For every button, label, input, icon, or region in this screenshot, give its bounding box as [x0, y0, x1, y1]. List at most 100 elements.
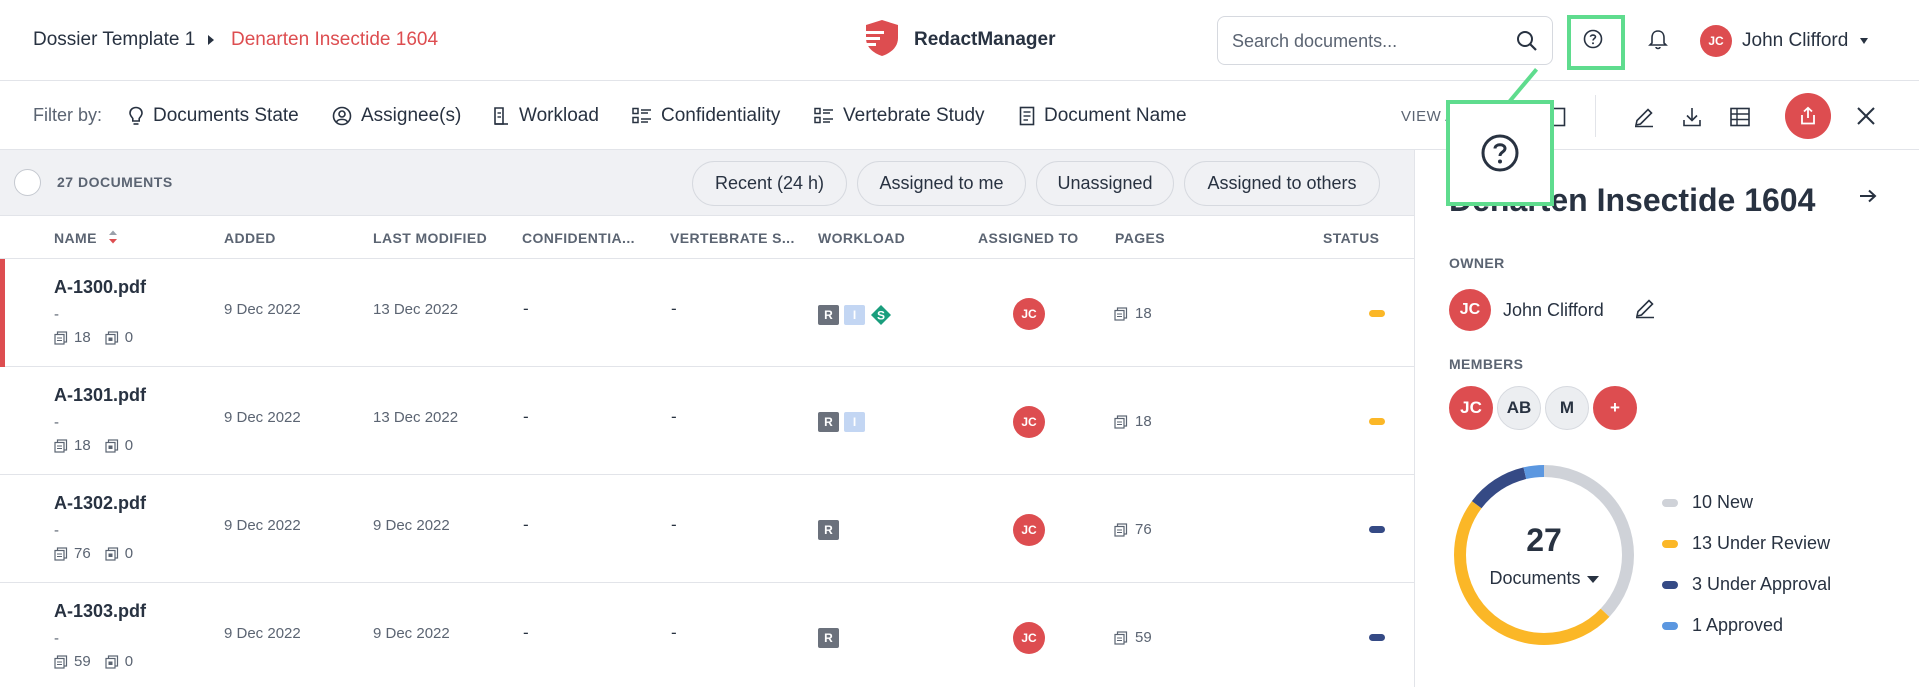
assignee-avatar[interactable]: JC [1013, 298, 1045, 330]
legend-item-under-approval[interactable]: 3 Under Approval [1662, 564, 1831, 605]
chip-unassigned[interactable]: Unassigned [1036, 161, 1174, 206]
workload-badges: R I S [818, 304, 892, 326]
cell-confidentiality: - [523, 515, 529, 534]
breadcrumb-parent[interactable]: Dossier Template 1 [33, 29, 195, 51]
edit-owner-pencil-icon[interactable] [1634, 297, 1656, 324]
table-row[interactable]: A-1301.pdf - 18 0 9 Dec 2022 13 Dec 2022… [0, 367, 1414, 475]
workload-badges: R I [818, 412, 870, 432]
filter-label: Filter by: [33, 105, 103, 125]
filter-confidentiality[interactable]: Confidentiality [632, 103, 780, 129]
caret-down-icon [1586, 575, 1599, 583]
download-icon[interactable] [1678, 103, 1706, 131]
user-circle-icon [332, 106, 352, 126]
workload-badges: R [818, 628, 844, 648]
column-added[interactable]: ADDED [224, 230, 276, 246]
column-vertebrate-study[interactable]: VERTEBRATE S... [670, 230, 795, 246]
chip-recent[interactable]: Recent (24 h) [692, 161, 847, 206]
workload-redaction-badge: R [818, 412, 839, 432]
pages-count: 18 [1135, 413, 1152, 430]
select-all-checkbox[interactable] [14, 169, 41, 196]
column-name[interactable]: NAME [54, 230, 97, 246]
file-subtitle: - [54, 630, 59, 647]
filter-assignees[interactable]: Assignee(s) [332, 103, 461, 129]
assignee-avatar[interactable]: JC [1013, 622, 1045, 654]
filter-workload[interactable]: Workload [492, 103, 599, 129]
member-avatar[interactable]: AB [1497, 386, 1541, 430]
column-status[interactable]: STATUS [1323, 230, 1379, 246]
legend-item-new[interactable]: 10 New [1662, 482, 1831, 523]
cell-last-modified: 13 Dec 2022 [373, 301, 459, 318]
search-icon[interactable] [1516, 30, 1538, 57]
filter-vertebrate-study[interactable]: Vertebrate Study [814, 103, 985, 129]
file-annotations-count: 0 [124, 329, 134, 346]
pages-icon [54, 330, 68, 345]
status-indicator [1369, 418, 1385, 425]
assignee-avatar[interactable]: JC [1013, 406, 1045, 438]
cell-vertebrate-study: - [671, 515, 677, 534]
documents-dropdown[interactable]: Documents [1449, 568, 1639, 589]
cell-last-modified: 9 Dec 2022 [373, 517, 450, 534]
table-row[interactable]: A-1302.pdf - 76 0 9 Dec 2022 9 Dec 2022 … [0, 475, 1414, 583]
share-upload-button[interactable] [1785, 93, 1831, 139]
owner-avatar: JC [1449, 289, 1491, 331]
legend-item-approved[interactable]: 1 Approved [1662, 605, 1831, 646]
member-avatar[interactable]: JC [1449, 386, 1493, 430]
table-row[interactable]: A-1300.pdf - 18 0 9 Dec 2022 13 Dec 2022… [0, 259, 1414, 367]
cell-vertebrate-study: - [671, 407, 677, 426]
column-confidentiality[interactable]: CONFIDENTIA... [522, 230, 635, 246]
app-name: RedactManager [914, 29, 1056, 50]
notifications-bell-icon[interactable] [1640, 22, 1676, 58]
column-assigned-to[interactable]: ASSIGNED TO [978, 230, 1079, 246]
file-subtitle: - [54, 306, 59, 323]
redactmanager-logo-icon [862, 18, 902, 63]
cell-vertebrate-study: - [671, 623, 677, 642]
workload-image-badge: I [844, 305, 865, 325]
column-workload[interactable]: WORKLOAD [818, 230, 905, 246]
user-avatar: JC [1700, 25, 1732, 57]
lightbulb-icon [129, 106, 143, 125]
members-label: MEMBERS [1449, 356, 1524, 372]
filter-documents-state[interactable]: Documents State [128, 103, 299, 129]
file-name[interactable]: A-1300.pdf [54, 277, 146, 298]
file-name[interactable]: A-1303.pdf [54, 601, 146, 622]
workload-redaction-badge: R [818, 305, 839, 325]
breadcrumb-current[interactable]: Denarten Insectide 1604 [231, 29, 438, 51]
legend-item-under-review[interactable]: 13 Under Review [1662, 523, 1831, 564]
legend-swatch [1662, 498, 1678, 507]
file-name[interactable]: A-1302.pdf [54, 493, 146, 514]
member-avatar[interactable]: M [1545, 386, 1589, 430]
owner-row: JC John Clifford [1449, 289, 1656, 331]
arrow-right-icon[interactable] [1858, 188, 1878, 209]
add-member-button[interactable]: + [1593, 386, 1637, 430]
help-zoom-icon [1481, 134, 1519, 172]
legend-label: 10 New [1692, 492, 1754, 512]
chip-assigned-to-me[interactable]: Assigned to me [857, 161, 1026, 206]
filter-label-text: Vertebrate Study [843, 105, 985, 126]
legend-label: 3 Under Approval [1692, 574, 1832, 594]
close-icon[interactable] [1850, 100, 1882, 132]
sort-icon[interactable] [108, 229, 118, 250]
search-input[interactable] [1232, 28, 1502, 54]
chip-assigned-to-others[interactable]: Assigned to others [1184, 161, 1380, 206]
column-pages[interactable]: PAGES [1115, 230, 1165, 246]
workload-redaction-badge: R [818, 628, 839, 648]
annotations-icon [105, 654, 118, 669]
status-indicator [1369, 526, 1385, 533]
pages-count: 18 [1135, 305, 1152, 322]
table-row[interactable]: A-1303.pdf - 59 0 9 Dec 2022 9 Dec 2022 … [0, 583, 1414, 687]
cell-pages: 76 [1114, 521, 1152, 538]
filter-document-name[interactable]: Document Name [1019, 103, 1187, 129]
file-name[interactable]: A-1301.pdf [54, 385, 146, 406]
file-pages-count: 18 [74, 329, 91, 346]
breadcrumb-separator-icon [208, 35, 214, 45]
column-last-modified[interactable]: LAST MODIFIED [373, 230, 487, 246]
assignee-avatar[interactable]: JC [1013, 514, 1045, 546]
dossier-details-panel: Denarten Insectide 1604 OWNER JC John Cl… [1414, 150, 1919, 687]
user-menu[interactable]: JC John Clifford [1700, 24, 1869, 58]
file-annotations-count: 0 [124, 437, 134, 454]
report-table-icon[interactable] [1726, 103, 1754, 131]
filter-label-text: Workload [519, 105, 599, 126]
cell-confidentiality: - [523, 299, 529, 318]
workload-suggestion-label: S [877, 309, 885, 323]
edit-pencil-icon[interactable] [1630, 103, 1658, 131]
